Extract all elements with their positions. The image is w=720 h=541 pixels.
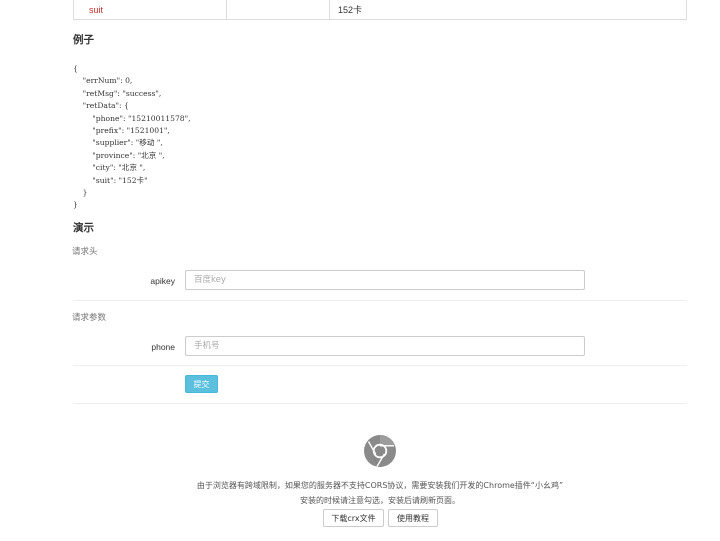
- divider: [73, 365, 687, 366]
- apikey-input[interactable]: [185, 270, 585, 290]
- phone-label: phone: [151, 342, 175, 352]
- divider: [73, 403, 687, 404]
- code-line: "city": "北京 ",: [73, 163, 146, 173]
- code-line: "retMsg": "success",: [73, 88, 162, 98]
- code-line: "phone": "15210011578",: [73, 113, 191, 123]
- code-line: {: [73, 64, 78, 73]
- chrome-icon: [364, 435, 396, 467]
- code-line: "province": "北京 ",: [73, 150, 165, 160]
- code-line: "supplier": "移动 ",: [73, 138, 163, 148]
- code-line: }: [73, 200, 78, 210]
- param-desc-cell: 152卡: [338, 5, 363, 15]
- phone-input[interactable]: [185, 336, 585, 356]
- request-params-label: 请求参数: [72, 313, 107, 323]
- param-type-cell: [227, 0, 330, 19]
- example-code-block: { "errNum": 0, "retMsg": "success", "ret…: [73, 63, 191, 212]
- download-crx-button[interactable]: 下载crx文件: [323, 509, 384, 527]
- request-headers-label: 请求头: [72, 247, 98, 257]
- code-line: }: [73, 188, 88, 198]
- submit-button[interactable]: 提交: [185, 375, 218, 393]
- divider: [73, 300, 687, 301]
- cors-notice-line1: 由于浏览器有跨域限制，如果您的服务器不支持CORS协议，需要安装我们开发的Chr…: [196, 481, 564, 490]
- code-line: "errNum": 0,: [73, 76, 133, 86]
- demo-heading: 演示: [73, 222, 94, 234]
- apikey-label: apikey: [150, 276, 175, 286]
- code-line: "retData": {: [73, 101, 129, 111]
- example-heading: 例子: [73, 34, 94, 46]
- table-row: suit 152卡: [73, 0, 687, 20]
- code-line: "suit": "152卡": [73, 175, 148, 185]
- cors-notice-line2: 安装的时候请注意勾选，安装后请刷新页面。: [300, 496, 460, 505]
- param-name-cell: suit: [74, 0, 227, 19]
- code-line: "prefix": "1521001",: [73, 126, 170, 136]
- tutorial-button[interactable]: 使用教程: [388, 509, 438, 527]
